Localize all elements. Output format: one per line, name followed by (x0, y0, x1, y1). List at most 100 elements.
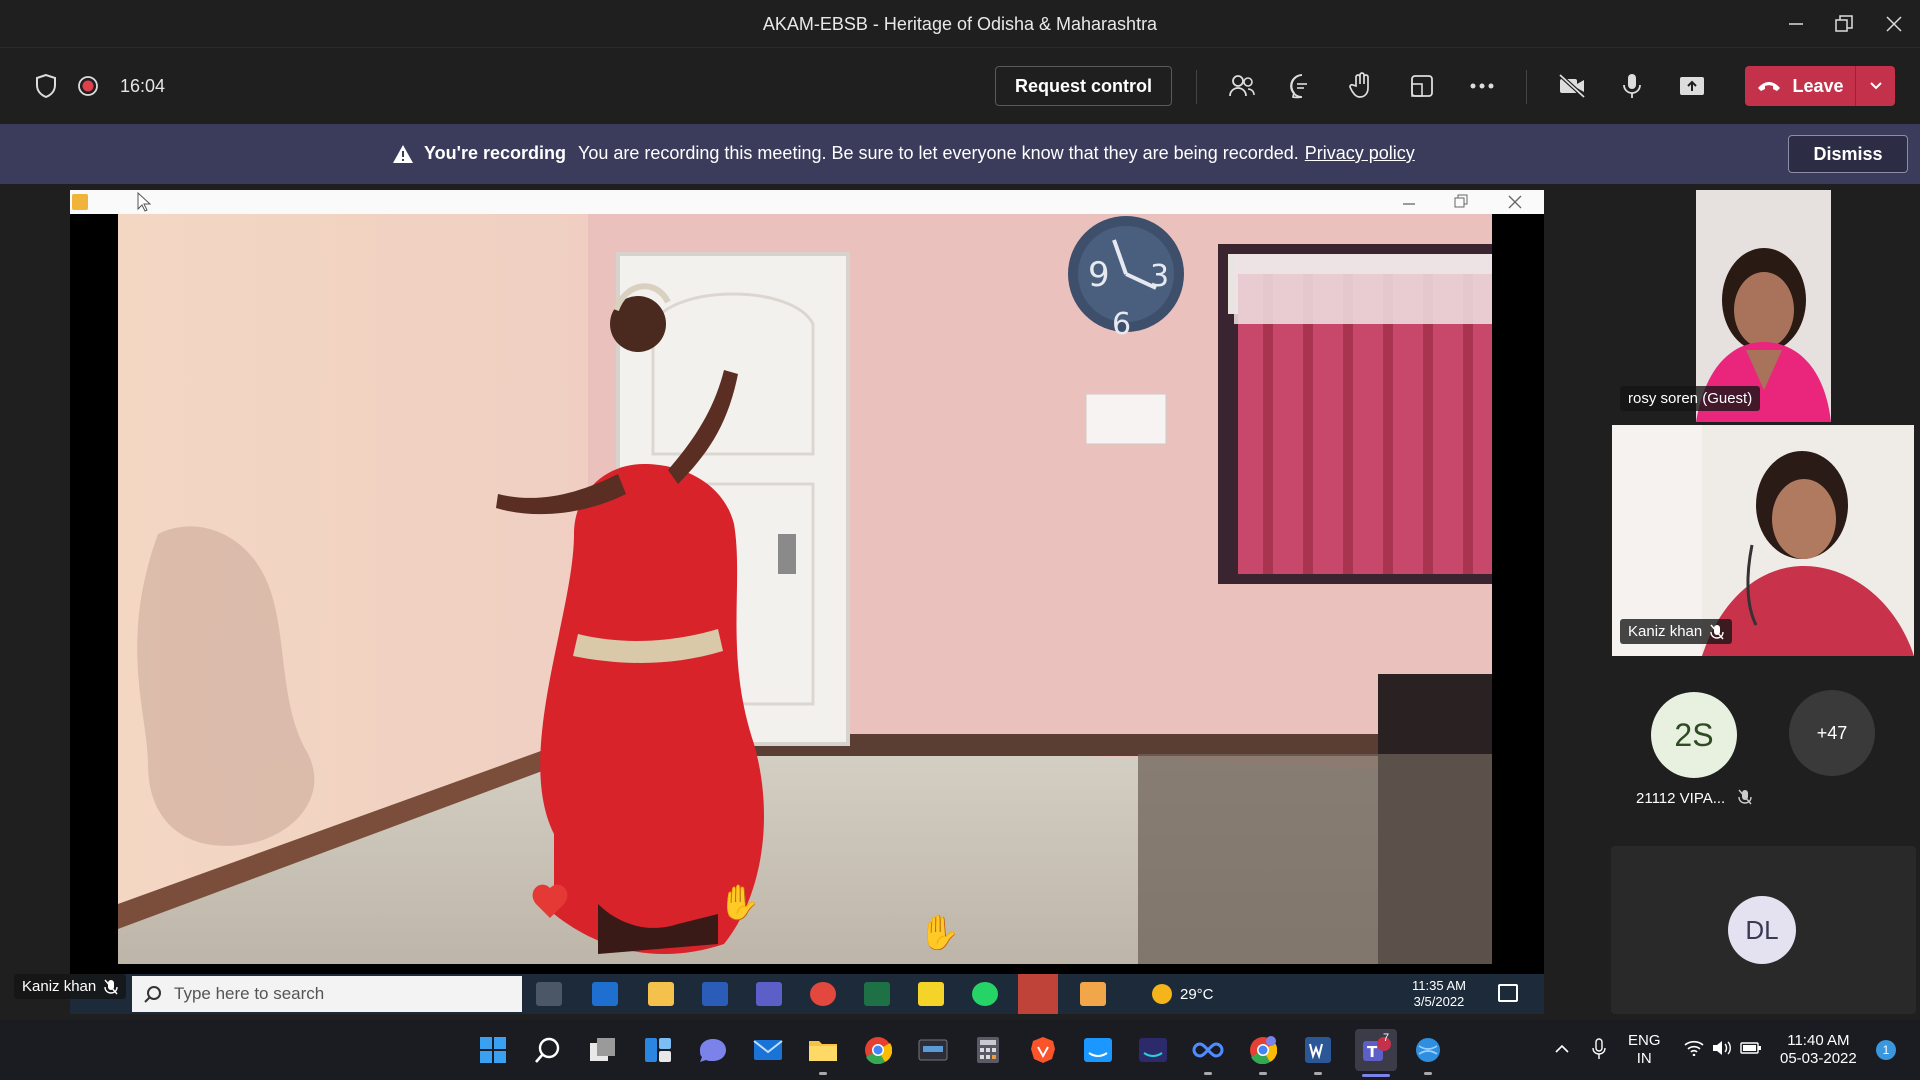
wifi-icon[interactable] (1684, 1040, 1704, 1056)
shared-time: 11:35 AM (1412, 978, 1466, 993)
window-title: AKAM-EBSB - Heritage of Odisha & Maharas… (762, 14, 1158, 34)
teams-icon (756, 982, 782, 1006)
powerpoint-icon (1018, 974, 1058, 1014)
mic-off-icon (1738, 789, 1752, 805)
participant-tile-dl[interactable]: DL (1611, 846, 1916, 1014)
mic-off-icon (104, 979, 118, 994)
language-indicator[interactable]: ENG IN (1628, 1032, 1661, 1068)
teams-taskbar-icon[interactable]: T 7 (1355, 1029, 1397, 1071)
language-code: ENG (1628, 1032, 1661, 1049)
chevron-down-icon (1869, 82, 1882, 90)
participant-2s-name: 21112 VIPA... (1636, 790, 1726, 807)
word-taskbar-icon[interactable] (1300, 1032, 1336, 1068)
shared-clock: 11:35 AM 3/5/2022 (1412, 978, 1466, 1010)
privacy-policy-link[interactable]: Privacy policy (1305, 143, 1415, 164)
divider (1196, 70, 1197, 104)
shared-weather: 29°C (1180, 986, 1214, 1003)
camera-off-icon[interactable] (1552, 66, 1592, 106)
rooms-icon[interactable] (1402, 66, 1442, 106)
participant-tile-kaniz[interactable]: Kaniz khan (1612, 425, 1914, 656)
avatar-2s-initials: 2S (1674, 716, 1714, 753)
restore-button[interactable] (1816, 0, 1872, 48)
chrome-icon[interactable] (860, 1032, 896, 1068)
task-view-icon[interactable] (585, 1032, 621, 1068)
volume-icon[interactable] (1712, 1040, 1732, 1056)
phone-hangup-icon (1758, 82, 1781, 91)
participant-tile-rosy[interactable]: rosy soren (Guest) (1610, 190, 1920, 422)
warning-icon (393, 144, 413, 163)
chrome-profile-icon[interactable] (1245, 1032, 1281, 1068)
close-icon (1508, 195, 1522, 209)
prime-video-icon[interactable] (1080, 1032, 1116, 1068)
title-bar: AKAM-EBSB - Heritage of Odisha & Maharas… (0, 0, 1920, 48)
raise-hand-icon[interactable] (1342, 66, 1382, 106)
more-icon[interactable] (1462, 66, 1502, 106)
sticky-notes-icon (918, 982, 944, 1006)
teams-chat-icon[interactable] (695, 1032, 731, 1068)
minimize-icon (1789, 23, 1803, 25)
leave-button[interactable]: Leave (1745, 66, 1895, 106)
avatar-dl: DL (1728, 896, 1796, 964)
svg-text:✋: ✋ (918, 913, 960, 953)
battery-icon[interactable] (1740, 1041, 1762, 1055)
notification-badge[interactable]: 1 (1876, 1040, 1896, 1060)
media-player-icon (1080, 982, 1106, 1006)
shield-icon[interactable] (26, 66, 66, 106)
leave-options-button[interactable] (1855, 66, 1895, 106)
msedu-icon[interactable] (915, 1032, 951, 1068)
notification-icon (1498, 984, 1518, 1002)
mail-icon[interactable] (750, 1032, 786, 1068)
recording-icon (68, 66, 108, 106)
word-icon (702, 982, 728, 1006)
share-icon[interactable] (1672, 66, 1712, 106)
mic-icon[interactable] (1612, 66, 1652, 106)
restore-icon (1454, 194, 1468, 208)
infinity-app-icon[interactable] (1190, 1032, 1226, 1068)
svg-text:9: 9 (1088, 255, 1110, 295)
dismiss-button[interactable]: Dismiss (1788, 135, 1908, 173)
network-app-icon[interactable] (1410, 1032, 1446, 1068)
more-participants-button[interactable]: +47 (1789, 690, 1875, 776)
people-icon[interactable] (1222, 66, 1262, 106)
close-button[interactable] (1866, 0, 1920, 48)
shared-taskbar: Type here to search 29°C 11:35 AM 3/5/20… (70, 974, 1544, 1014)
close-icon (1886, 16, 1902, 32)
system-date: 05-03-2022 (1780, 1050, 1857, 1067)
avatar-dl-initials: DL (1745, 914, 1779, 945)
system-clock[interactable]: 11:40 AM 05-03-2022 (1780, 1032, 1857, 1068)
shared-date: 3/5/2022 (1413, 994, 1465, 1009)
file-explorer-icon[interactable] (805, 1032, 841, 1068)
search-icon[interactable] (530, 1032, 566, 1068)
avatar-2s[interactable]: 2S (1651, 692, 1737, 778)
shared-screen: 9 6 3 ✋ ✋ Type here to search 29°C 11:35… (70, 190, 1544, 1014)
start-icon[interactable] (475, 1032, 511, 1068)
outlook-icon (592, 982, 618, 1006)
windows-taskbar: T 7 ENG IN 11:40 AM 05-03-2022 1 (0, 1020, 1920, 1080)
request-control-button[interactable]: Request control (995, 66, 1172, 106)
kaniz-name: Kaniz khan (1628, 623, 1703, 640)
shared-window-titlebar (70, 190, 1544, 214)
system-time: 11:40 AM (1787, 1032, 1850, 1049)
chevron-up-icon[interactable] (1554, 1044, 1570, 1054)
banner-title: You're recording (424, 143, 566, 163)
svg-text:✋: ✋ (718, 883, 760, 923)
more-participants-count: +47 (1816, 722, 1848, 743)
folder-icon (648, 982, 674, 1006)
cursor-icon (137, 192, 152, 212)
meeting-timer: 16:04 (120, 76, 166, 96)
calculator-icon[interactable] (970, 1032, 1006, 1068)
leave-main[interactable]: Leave (1745, 66, 1855, 106)
amazon-music-icon[interactable] (1135, 1032, 1171, 1068)
svg-text:3: 3 (1150, 259, 1169, 294)
presenter-name-tag: Kaniz khan (14, 974, 127, 999)
svg-text:6: 6 (1112, 307, 1131, 342)
brave-icon[interactable] (1025, 1032, 1061, 1068)
leave-label: Leave (1792, 75, 1844, 96)
microphone-tray-icon[interactable] (1592, 1038, 1606, 1060)
kaniz-name-tag: Kaniz khan (1620, 619, 1733, 644)
rosy-name: rosy soren (Guest) (1628, 390, 1753, 407)
chat-icon[interactable] (1282, 66, 1322, 106)
dance-video: 9 6 3 ✋ ✋ (118, 214, 1492, 964)
whatsapp-icon (972, 982, 998, 1006)
widgets-icon[interactable] (640, 1032, 676, 1068)
